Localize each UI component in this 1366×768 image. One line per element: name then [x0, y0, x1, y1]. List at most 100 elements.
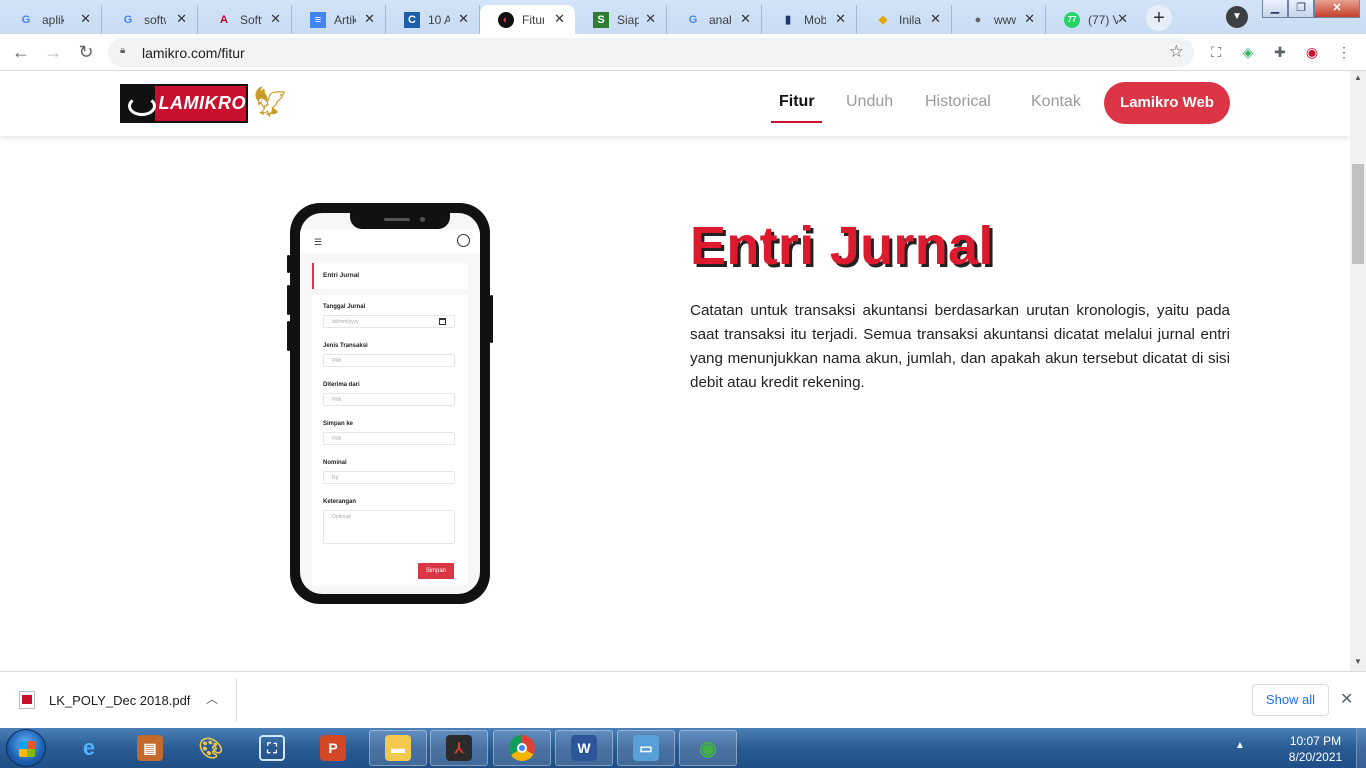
show-all-button[interactable]: Show all [1252, 684, 1329, 716]
tab-2[interactable]: G softw ✕ [102, 5, 198, 34]
pdf-file-icon[interactable] [19, 691, 35, 709]
close-tab-icon[interactable]: ✕ [458, 11, 469, 27]
forward-icon[interactable]: → [42, 41, 64, 63]
scrollbar-thumb[interactable] [1352, 164, 1364, 264]
lamikro-logo[interactable]: LAMIKRO [120, 84, 248, 123]
clock-date: 8/20/2021 [1288, 750, 1343, 764]
nav-historical[interactable]: Historical [925, 93, 991, 111]
close-tab-icon[interactable]: ✕ [80, 11, 91, 27]
close-tab-icon[interactable]: ✕ [1117, 11, 1128, 27]
tray-expand-icon[interactable]: ▲ [1235, 740, 1245, 751]
page-scrollbar[interactable]: ▲ ▼ [1350, 71, 1366, 671]
tab-1[interactable]: G aplika ✕ [0, 5, 102, 34]
close-tab-icon[interactable]: ✕ [270, 11, 281, 27]
evernote-extension-icon[interactable]: ◈ [1238, 42, 1258, 62]
maximize-button[interactable]: ❐ [1288, 0, 1314, 18]
lamikro-web-button[interactable]: Lamikro Web [1104, 82, 1230, 124]
bookmark-star-icon[interactable]: ☆ [1169, 42, 1184, 62]
feature-title: Entri Jurnal [690, 216, 994, 276]
extensions-puzzle-icon[interactable]: ✚ [1270, 42, 1290, 62]
nav-kontak[interactable]: Kontak [1031, 93, 1081, 111]
nav-fitur[interactable]: Fitur [779, 93, 815, 111]
taskbar-word[interactable]: W [555, 730, 613, 766]
tanggal-placeholder: dd/mm/yyyy [332, 319, 359, 325]
reload-icon[interactable]: ↻ [75, 41, 97, 63]
close-shelf-icon[interactable]: ✕ [1340, 689, 1353, 709]
tab-title: Softw [240, 12, 262, 27]
tab-7[interactable]: S Siapik ✕ [575, 5, 667, 34]
lock-icon[interactable]: 🔒︎ [120, 45, 130, 57]
taskbar-explorer[interactable]: ▬ [369, 730, 427, 766]
close-tab-icon[interactable]: ✕ [740, 11, 751, 27]
start-button[interactable] [6, 729, 46, 767]
address-bar[interactable]: 🔒︎ lamikro.com/fitur ☆ [108, 38, 1194, 67]
tab-12[interactable]: 77 (77) V ✕ [1046, 5, 1138, 34]
keterangan-label: Keterangan [323, 499, 357, 505]
nominal-label: Nominal [323, 460, 347, 466]
logo-text: LAMIKRO [158, 93, 246, 113]
taskbar-acrobat[interactable]: ⅄ [430, 730, 488, 766]
site-header: LAMIKRO 🦅︎ Fitur Unduh Historical Kontak… [0, 71, 1350, 136]
angular-icon: A [220, 13, 228, 26]
tab-3[interactable]: A Softw ✕ [198, 5, 292, 34]
tab-6-active[interactable]: ◐ Fitur ✕ [480, 5, 575, 34]
taskbar-ie[interactable]: e [60, 730, 118, 766]
tab-title: www. [994, 12, 1016, 27]
windows-taskbar: e ▤ 🎨︎ ⛶ P ▬ ⅄ W ▭ ◉ ▲ 10:07 PM 8/20/202… [0, 728, 1366, 768]
scroll-down-arrow-icon[interactable]: ▼ [1354, 657, 1362, 666]
taskbar-snipping[interactable]: ⛶ [243, 730, 301, 766]
google-icon: G [688, 13, 698, 26]
tab-8[interactable]: G anak ✕ [667, 5, 762, 34]
whatsapp-icon: 77 [1064, 11, 1080, 28]
phone-mockup: ☰ Entri Jurnal Tanggal Jurnal dd/mm/yyyy… [287, 203, 493, 604]
system-clock[interactable]: 10:07 PM 8/20/2021 [1278, 733, 1353, 765]
taskbar-photo-viewer[interactable]: ▭ [617, 730, 675, 766]
tab-11[interactable]: ● www. ✕ [952, 5, 1046, 34]
app-journal-form: Tanggal Jurnal dd/mm/yyyy Jenis Transaks… [312, 295, 468, 585]
camera-icon [420, 217, 425, 222]
back-icon[interactable]: ← [10, 41, 32, 63]
bookmark-icon: ▮ [784, 14, 792, 26]
close-window-button[interactable]: ✕ [1314, 0, 1360, 18]
tab-title: Inilah [899, 12, 921, 27]
taskbar-paint[interactable]: 🎨︎ [182, 730, 240, 766]
taskbar-powerpoint[interactable]: P [304, 730, 362, 766]
jenis-label: Jenis Transaksi [323, 343, 368, 349]
tab-search-icon[interactable]: ▼ [1226, 6, 1248, 28]
tab-5[interactable]: C 10 Ap ✕ [386, 5, 480, 34]
snipping-tool-icon: ⛶ [259, 735, 285, 761]
tab-title: Mobi [804, 12, 826, 27]
taskbar-chrome[interactable] [493, 730, 551, 766]
chevron-up-icon[interactable]: ︿ [206, 690, 218, 707]
close-tab-icon[interactable]: ✕ [835, 11, 846, 27]
scroll-up-arrow-icon[interactable]: ▲ [1354, 73, 1362, 82]
browser-menu-icon[interactable]: ⋮ [1334, 42, 1354, 62]
tanggal-label: Tanggal Jurnal [323, 304, 366, 310]
close-tab-icon[interactable]: ✕ [176, 11, 187, 27]
close-tab-icon[interactable]: ✕ [1024, 11, 1035, 27]
close-tab-icon[interactable]: ✕ [930, 11, 941, 27]
docs-icon: ≡ [310, 11, 326, 28]
url-text[interactable]: lamikro.com/fitur [142, 45, 245, 61]
taskbar-idm[interactable]: ◉ [679, 730, 737, 766]
close-tab-icon[interactable]: ✕ [645, 11, 656, 27]
app-screen-title: Entri Jurnal [312, 263, 468, 289]
nav-unduh[interactable]: Unduh [846, 93, 893, 111]
screenshot-extension-icon[interactable]: ⛶ [1206, 42, 1226, 62]
show-desktop-button[interactable] [1356, 728, 1366, 768]
minimize-button[interactable]: ▁ [1262, 0, 1288, 18]
diterima-select: Pilih [323, 393, 455, 406]
paint-icon: 🎨︎ [198, 737, 224, 760]
acrobat-icon: ⅄ [446, 735, 472, 761]
internet-explorer-icon: e [82, 735, 96, 760]
tab-9[interactable]: ▮ Mobi ✕ [762, 5, 857, 34]
close-tab-icon[interactable]: ✕ [364, 11, 375, 27]
profile-avatar-icon[interactable]: ◉ [1302, 42, 1322, 62]
download-file-name[interactable]: LK_POLY_Dec 2018.pdf [49, 693, 190, 708]
taskbar-app2[interactable]: ▤ [121, 730, 179, 766]
new-tab-button[interactable]: + [1146, 5, 1172, 31]
phone-side-button [287, 285, 290, 315]
tab-4[interactable]: ≡ Artike ✕ [292, 5, 386, 34]
tab-10[interactable]: ◆ Inilah ✕ [857, 5, 952, 34]
close-tab-icon[interactable]: ✕ [554, 11, 565, 27]
